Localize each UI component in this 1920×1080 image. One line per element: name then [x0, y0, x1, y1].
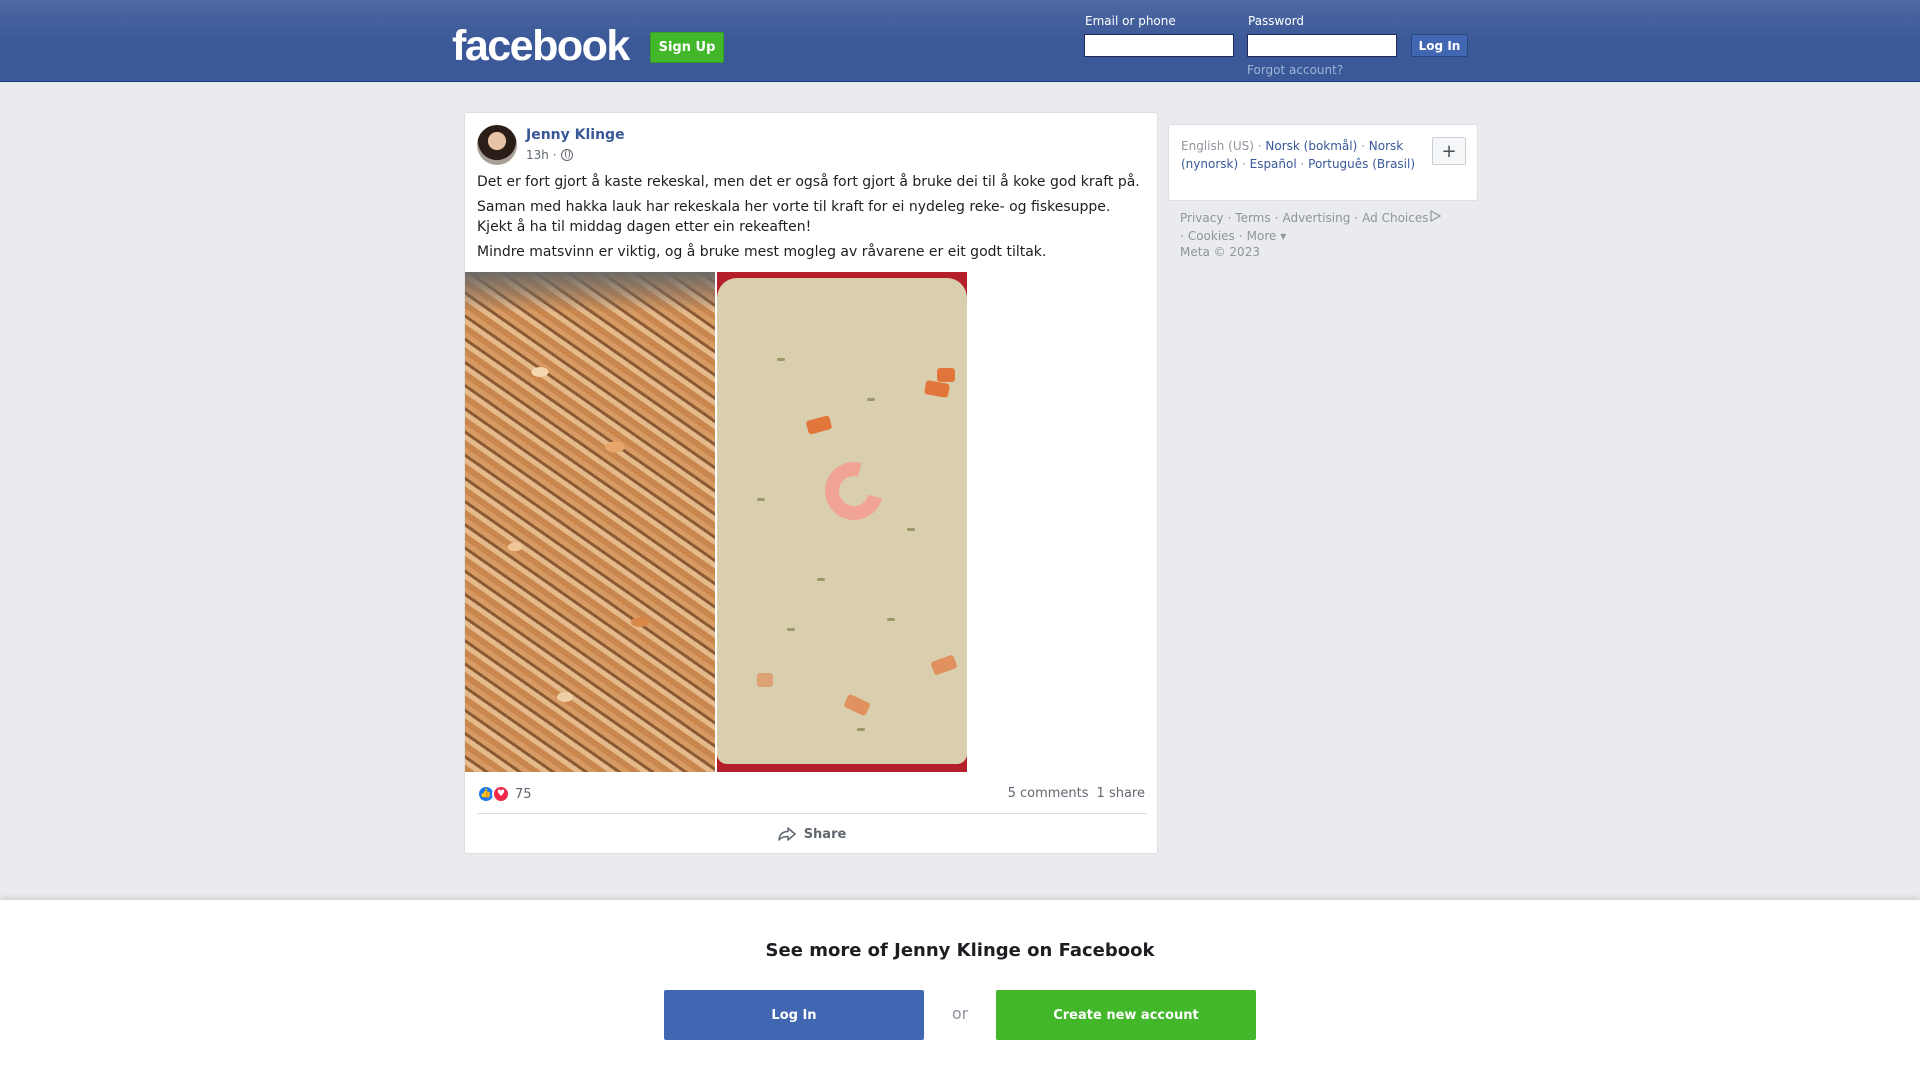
- herb-fleck: [857, 728, 865, 731]
- footer-link-advertising[interactable]: Advertising: [1282, 211, 1350, 225]
- footer-link-cookies[interactable]: Cookies: [1188, 229, 1235, 243]
- avatar[interactable]: [477, 125, 517, 165]
- more-languages-button[interactable]: +: [1432, 137, 1466, 165]
- carrot-chunk: [923, 380, 951, 398]
- post-timestamp[interactable]: 13h ·: [526, 148, 557, 162]
- herb-fleck: [907, 528, 915, 531]
- password-field[interactable]: [1247, 34, 1397, 57]
- email-field[interactable]: [1084, 34, 1234, 57]
- photo-fish-soup[interactable]: [717, 272, 967, 772]
- forgot-account-link[interactable]: Forgot account?: [1247, 63, 1343, 77]
- carrot-chunk: [843, 693, 871, 717]
- language-selector-box: English (US) · Norsk (bokmål) · Norsk (n…: [1168, 124, 1478, 201]
- divider: [477, 813, 1147, 814]
- footer-link-more[interactable]: More: [1247, 229, 1277, 243]
- reactions-summary[interactable]: 👍 ♥ 75: [477, 785, 532, 803]
- herb-fleck: [817, 578, 825, 581]
- herb-fleck: [777, 358, 785, 361]
- post-paragraph: Det er fort gjort å kaste rekeskal, men …: [477, 174, 1140, 190]
- login-prompt-banner: See more of Jenny Klinge on Facebook Log…: [0, 900, 1920, 1080]
- post-meta: 13h ·: [526, 148, 573, 162]
- footer-links: Privacy · Terms · Advertising · Ad Choices · Co…: [1180, 209, 1480, 245]
- herb-fleck: [887, 618, 895, 621]
- or-separator: or: [951, 1004, 969, 1023]
- share-arrow-icon: [777, 827, 796, 841]
- post-paragraph: Mindre matsvinn er viktig, og å bruke me…: [477, 244, 1047, 260]
- carrot-chunk: [937, 368, 955, 382]
- chevron-down-icon: ▾: [1276, 229, 1287, 243]
- email-label: Email or phone: [1085, 14, 1176, 28]
- comments-count[interactable]: 5 comments: [1008, 786, 1089, 801]
- shrimp: [814, 451, 894, 531]
- current-language: English (US): [1181, 139, 1254, 153]
- sign-up-button[interactable]: Sign Up: [650, 32, 724, 63]
- herb-fleck: [787, 628, 795, 631]
- language-link[interactable]: Norsk (bokmål): [1265, 139, 1357, 153]
- post-body: Det er fort gjort å kaste rekeskal, men …: [477, 172, 1149, 267]
- share-button[interactable]: Share: [477, 818, 1147, 850]
- language-link[interactable]: Português (Brasil): [1308, 157, 1415, 171]
- language-list: English (US) · Norsk (bokmål) · Norsk (n…: [1181, 139, 1416, 171]
- carrot-chunk: [757, 673, 773, 687]
- ad-choices-icon: [1429, 209, 1441, 223]
- post-paragraph: Saman med hakka lauk har rekeskala her v…: [477, 199, 1111, 215]
- engagement-counts: 5 comments 1 share: [1008, 786, 1145, 801]
- love-reaction-icon: ♥: [492, 785, 510, 803]
- herb-fleck: [757, 498, 765, 501]
- top-navigation-bar: facebook Sign Up Email or phone Password…: [0, 0, 1920, 82]
- copyright: Meta © 2023: [1180, 245, 1260, 259]
- language-link[interactable]: Español: [1250, 157, 1297, 171]
- herb-fleck: [867, 398, 875, 401]
- banner-title: See more of Jenny Klinge on Facebook: [765, 940, 1155, 961]
- photo-shrimp-shells[interactable]: [465, 272, 715, 772]
- globe-icon: [560, 149, 573, 161]
- post-author-name[interactable]: Jenny Klinge: [526, 127, 625, 143]
- shares-count[interactable]: 1 share: [1097, 786, 1145, 801]
- password-label: Password: [1248, 14, 1305, 28]
- footer-link-ad-choices[interactable]: Ad Choices: [1362, 211, 1428, 225]
- create-account-button[interactable]: Create new account: [996, 990, 1256, 1040]
- carrot-chunk: [805, 415, 833, 435]
- banner-log-in-button[interactable]: Log In: [664, 990, 924, 1040]
- carrot-chunk: [930, 654, 958, 676]
- soup-bowl: [717, 278, 967, 764]
- header-log-in-button[interactable]: Log In: [1411, 34, 1468, 57]
- reaction-count: 75: [515, 786, 532, 802]
- footer-link-privacy[interactable]: Privacy: [1180, 211, 1223, 225]
- footer-link-terms[interactable]: Terms: [1235, 211, 1270, 225]
- facebook-logo[interactable]: facebook: [452, 22, 630, 71]
- post-card: Jenny Klinge 13h · Det er fort gjort å k…: [464, 112, 1158, 854]
- post-paragraph: Kjekt å ha til middag dagen etter ein re…: [477, 219, 812, 235]
- share-label: Share: [803, 826, 847, 842]
